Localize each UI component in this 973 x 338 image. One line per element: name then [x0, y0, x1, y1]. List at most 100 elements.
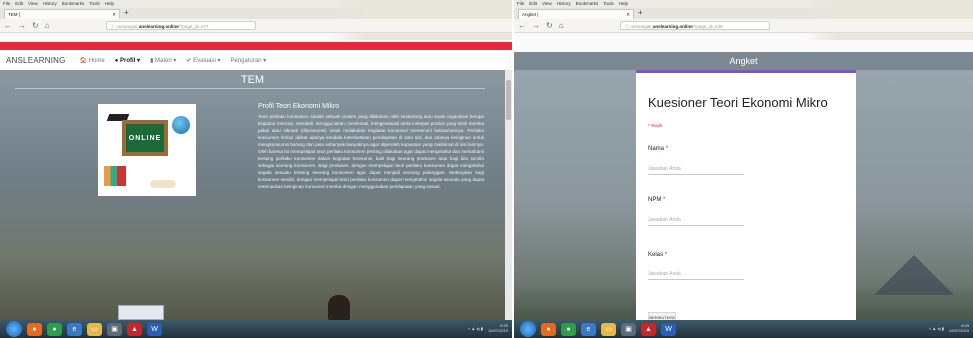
menu-bookmarks[interactable]: Bookmarks: [576, 1, 599, 7]
clock[interactable]: 6:20 12/07/2019: [488, 323, 508, 333]
user-icon: ●: [114, 57, 119, 64]
field-label-text: Nama: [648, 146, 665, 152]
chrome-icon[interactable]: ●: [47, 322, 62, 336]
online-learning-image: ONLINE: [98, 104, 196, 196]
nav-home[interactable]: 🏠 Home: [80, 57, 105, 64]
word-icon[interactable]: W: [147, 322, 162, 336]
scrollbar[interactable]: [505, 70, 512, 320]
title-divider: [15, 88, 485, 89]
site-navigation: ANSLEARNING 🏠 Home ● Profil ▾ ▮ Materi ▾…: [0, 50, 505, 70]
system-tray: ˄ ▲ ◂) ▮ 6:03 12/07/2019: [929, 323, 969, 333]
back-arrow-icon[interactable]: ←: [518, 21, 526, 30]
windows-start-icon[interactable]: [6, 321, 22, 337]
required-note: * Wajib: [648, 123, 663, 128]
home-icon: 🏠: [79, 57, 88, 64]
browser-navbar: ← → ↻ ⌂ ⓘ unsiwagati.anslearning.online/…: [514, 19, 973, 33]
media-icon[interactable]: ▣: [107, 322, 122, 336]
menu-edit[interactable]: Edit: [15, 1, 23, 7]
nama-input[interactable]: Jawaban Anda: [648, 163, 744, 175]
new-tab-icon[interactable]: +: [638, 8, 643, 17]
home-icon[interactable]: ⌂: [559, 21, 564, 30]
menu-file[interactable]: File: [517, 1, 524, 7]
firefox-icon[interactable]: ●: [541, 322, 556, 336]
close-tab-icon[interactable]: ✕: [626, 12, 630, 17]
pdf-icon[interactable]: ▲: [127, 322, 142, 336]
menu-view[interactable]: View: [28, 1, 38, 7]
check-icon: ✔: [186, 57, 192, 64]
word-icon[interactable]: W: [661, 322, 676, 336]
clock[interactable]: 6:03 12/07/2019: [949, 323, 969, 333]
browser-tab[interactable]: Angket | ✕: [518, 9, 634, 19]
chrome-icon[interactable]: ●: [561, 322, 576, 336]
reload-icon[interactable]: ↻: [32, 21, 39, 30]
browser-tab[interactable]: TEM | ✕: [4, 9, 120, 19]
chalkboard: ONLINE: [122, 120, 168, 156]
menu-help[interactable]: Help: [105, 1, 114, 7]
right-screenshot: File Edit View History Bookmarks Tools H…: [514, 0, 973, 338]
reload-icon[interactable]: ↻: [546, 21, 553, 30]
menu-tools[interactable]: Tools: [603, 1, 614, 7]
nav-home-label: Home: [88, 57, 105, 64]
home-icon[interactable]: ⌂: [45, 21, 50, 30]
page-title: TEM: [240, 74, 265, 86]
clock-date: 12/07/2019: [487, 328, 508, 333]
form-title: Kuesioner Teori Ekonomi Mikro: [648, 95, 828, 110]
folder-icon[interactable]: ▭: [601, 322, 616, 336]
page-header: Angket: [514, 52, 973, 70]
url-bar[interactable]: ⓘ unsiwagati.anslearning.online/?page_id…: [619, 21, 770, 30]
folder-icon[interactable]: ▭: [87, 322, 102, 336]
pdf-icon[interactable]: ▲: [641, 322, 656, 336]
menu-edit[interactable]: Edit: [529, 1, 537, 7]
article: Profil Teori Ekonomi Mikro Teori perilak…: [258, 103, 484, 191]
nav-profil[interactable]: ● Profil ▾: [115, 57, 140, 64]
required-mark: *: [664, 252, 668, 258]
tab-title: Angket |: [522, 12, 539, 17]
close-tab-icon[interactable]: ✕: [112, 12, 116, 17]
taskbar: ● ● e ▭ ▣ ▲ W ˄ ▲ ◂) ▮ 6:03 12/07/2019: [514, 320, 973, 338]
menu-file[interactable]: File: [3, 1, 10, 7]
npm-input[interactable]: Jawaban Anda: [648, 214, 744, 226]
nav-materi[interactable]: ▮ Materi ▾: [150, 57, 176, 64]
books-icon: [104, 166, 126, 186]
menu-history[interactable]: History: [43, 1, 57, 7]
ie-icon[interactable]: e: [581, 322, 596, 336]
url-path: /?page_id=239: [692, 24, 723, 29]
nav-pengaturan[interactable]: Pengaturan ▾: [230, 57, 266, 64]
firefox-icon[interactable]: ●: [27, 322, 42, 336]
ie-icon[interactable]: e: [67, 322, 82, 336]
system-tray: ˄ ▲ ◂) ▮ 6:20 12/07/2019: [468, 323, 508, 333]
required-mark: *: [665, 146, 669, 152]
kelas-input[interactable]: Jawaban Anda: [648, 268, 744, 280]
field-label-text: Kelas: [648, 252, 664, 258]
new-tab-icon[interactable]: +: [124, 8, 129, 17]
diploma-icon: [150, 180, 176, 188]
url-bar[interactable]: ⓘ unsiwagati.anslearning.online/?page_id…: [105, 21, 256, 30]
required-mark: *: [663, 197, 666, 203]
taskbar: ● ● e ▭ ▣ ▲ W ˄ ▲ ◂) ▮ 6:20 12/07/2019: [0, 320, 512, 338]
menu-history[interactable]: History: [557, 1, 571, 7]
forward-arrow-icon[interactable]: →: [18, 21, 26, 30]
url-domain: anslearning.online: [652, 24, 693, 29]
field-label-npm: NPM *: [648, 197, 665, 203]
field-label-nama: Nama *: [648, 146, 668, 152]
menu-bookmarks[interactable]: Bookmarks: [62, 1, 85, 7]
windows-start-icon[interactable]: [520, 321, 536, 337]
site-brand[interactable]: ANSLEARNING: [6, 56, 66, 65]
tray-icons[interactable]: ˄ ▲ ◂) ▮: [929, 326, 944, 331]
browser-navbar: ← → ↻ ⌂ ⓘ unsiwagati.anslearning.online/…: [0, 19, 512, 33]
clock-date: 12/07/2019: [948, 328, 969, 333]
nav-evaluasi-label: Evaluasi: [193, 57, 216, 64]
media-icon[interactable]: ▣: [621, 322, 636, 336]
back-arrow-icon[interactable]: ←: [4, 21, 12, 30]
url-prefix: ⓘ unsiwagati.: [110, 24, 139, 29]
scrollbar-thumb[interactable]: [506, 80, 511, 120]
article-title: Profil Teori Ekonomi Mikro: [258, 103, 340, 110]
tray-icons[interactable]: ˄ ▲ ◂) ▮: [468, 326, 483, 331]
menu-tools[interactable]: Tools: [89, 1, 100, 7]
mountain-decoration: [874, 255, 954, 295]
menu-view[interactable]: View: [542, 1, 552, 7]
menu-help[interactable]: Help: [619, 1, 628, 7]
field-label-text: NPM: [648, 197, 662, 203]
forward-arrow-icon[interactable]: →: [532, 21, 540, 30]
nav-evaluasi[interactable]: ✔ Evaluasi ▾: [186, 57, 220, 64]
